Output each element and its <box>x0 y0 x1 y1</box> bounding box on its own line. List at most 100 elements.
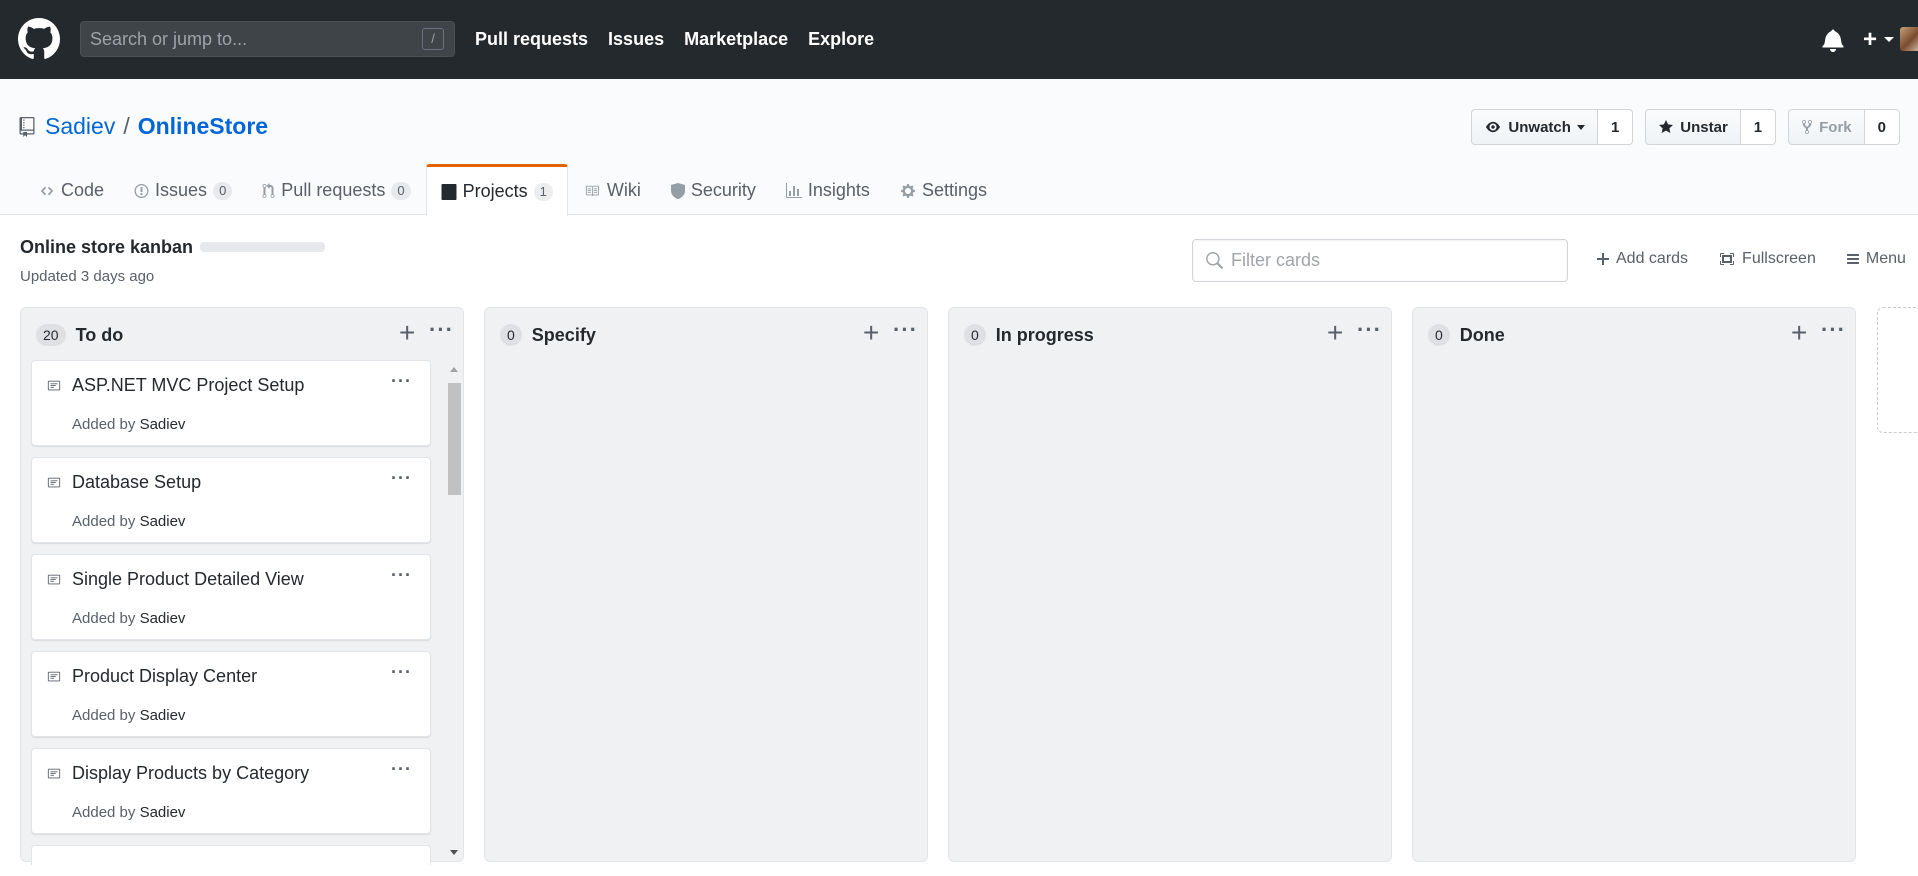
project-name[interactable]: Online store kanban <box>20 237 193 258</box>
user-avatar[interactable] <box>1900 27 1918 51</box>
card-added-by: Added by <box>72 804 136 821</box>
column-card-count: 0 <box>1428 324 1450 346</box>
fork-label: Fork <box>1819 118 1852 136</box>
search-shortcut-hint: / <box>422 28 444 50</box>
filter-cards-input[interactable]: Filter cards <box>1192 239 1568 282</box>
tab-insights[interactable]: Insights <box>771 164 885 216</box>
card-meta: Added by Sadiev <box>72 610 185 627</box>
card-more-kebab-icon[interactable]: ··· <box>391 565 412 586</box>
card-author-link[interactable]: Sadiev <box>140 804 186 821</box>
column-header: 0 In progress <box>964 324 1094 346</box>
card-title: Display Products by Category <box>72 763 310 783</box>
scroll-up-arrow-icon[interactable] <box>450 367 458 372</box>
column-more-kebab-icon[interactable]: ··· <box>1821 319 1846 341</box>
column-scrollbar[interactable] <box>446 363 461 855</box>
add-cards-button[interactable]: Add cards <box>1596 250 1688 268</box>
search-input[interactable]: Search or jump to... / <box>80 21 455 57</box>
column-add-card-plus-icon[interactable]: + <box>1791 319 1807 347</box>
filter-placeholder: Filter cards <box>1231 250 1321 270</box>
forks-count[interactable]: 0 <box>1864 109 1900 145</box>
scrollbar-thumb[interactable] <box>448 383 461 495</box>
column-name[interactable]: Done <box>1460 325 1505 346</box>
tab-security[interactable]: Security <box>656 164 771 216</box>
card-more-kebab-icon[interactable]: ··· <box>391 468 412 489</box>
repo-name-link[interactable]: OnlineStore <box>138 113 268 140</box>
menu-button[interactable]: Menu <box>1846 250 1906 268</box>
column-add-card-plus-icon[interactable]: + <box>863 319 879 347</box>
card-partial[interactable] <box>31 845 431 865</box>
create-new-caret-icon[interactable] <box>1884 37 1894 42</box>
column-more-kebab-icon[interactable]: ··· <box>893 319 918 341</box>
card-added-by: Added by <box>72 513 136 530</box>
card-author-link[interactable]: Sadiev <box>140 416 186 433</box>
project-actions: Add cards Fullscreen Menu <box>1596 250 1906 268</box>
stars-count[interactable]: 1 <box>1740 109 1777 145</box>
card[interactable]: Display Products by Category Added by Sa… <box>31 748 431 834</box>
tab-wiki[interactable]: Wiki <box>568 164 656 216</box>
card[interactable]: Database Setup Added by Sadiev ··· <box>31 457 431 543</box>
nav-explore[interactable]: Explore <box>808 29 874 50</box>
card-meta: Added by Sadiev <box>72 416 185 433</box>
column-add-card-plus-icon[interactable]: + <box>1327 319 1343 347</box>
notifications-bell-icon[interactable] <box>1822 28 1844 52</box>
tab-pull-requests[interactable]: Pull requests 0 <box>247 164 425 216</box>
column-name[interactable]: Specify <box>532 325 596 346</box>
column-card-count: 0 <box>500 324 522 346</box>
unwatch-button[interactable]: Unwatch <box>1471 109 1598 145</box>
column-specify: 0 Specify + ··· <box>484 307 928 862</box>
note-icon <box>47 477 61 488</box>
tab-settings[interactable]: Settings <box>885 164 1002 216</box>
tab-issues-count: 0 <box>213 181 233 200</box>
card-author-link[interactable]: Sadiev <box>140 707 186 724</box>
card-more-kebab-icon[interactable]: ··· <box>391 662 412 683</box>
repo-title-separator: / <box>123 113 130 139</box>
card[interactable]: Product Display Center Added by Sadiev ·… <box>31 651 431 737</box>
card[interactable]: ASP.NET MVC Project Setup Added by Sadie… <box>31 360 431 446</box>
plus-icon <box>1597 253 1609 265</box>
fork-button[interactable]: Fork <box>1788 109 1865 145</box>
card-author-link[interactable]: Sadiev <box>140 513 186 530</box>
card[interactable]: Single Product Detailed View Added by Sa… <box>31 554 431 640</box>
watchers-count[interactable]: 1 <box>1597 109 1634 145</box>
fork-icon <box>1802 119 1813 134</box>
add-column-placeholder[interactable] <box>1877 307 1918 433</box>
header-user-area: + <box>1758 0 1918 79</box>
card-more-kebab-icon[interactable]: ··· <box>391 759 412 780</box>
gear-icon <box>900 183 916 199</box>
github-logo-icon[interactable] <box>18 18 60 60</box>
star-icon <box>1659 120 1674 133</box>
global-nav: Pull requests Issues Marketplace Explore <box>475 0 894 79</box>
tab-projects-label: Projects <box>462 181 528 201</box>
column-name[interactable]: In progress <box>996 325 1094 346</box>
scroll-down-arrow-icon[interactable] <box>450 850 458 855</box>
tab-projects[interactable]: Projects 1 <box>425 164 568 216</box>
column-more-kebab-icon[interactable]: ··· <box>429 319 454 341</box>
code-icon <box>39 184 55 198</box>
card-author-link[interactable]: Sadiev <box>140 610 186 627</box>
nav-marketplace[interactable]: Marketplace <box>684 29 788 50</box>
hamburger-icon <box>1846 254 1859 264</box>
repo-owner-link[interactable]: Sadiev <box>45 113 115 140</box>
unstar-button[interactable]: Unstar <box>1645 109 1741 145</box>
tab-settings-label: Settings <box>921 180 987 200</box>
card-meta: Added by Sadiev <box>72 707 185 724</box>
fullscreen-button[interactable]: Fullscreen <box>1718 250 1816 268</box>
nav-pull-requests[interactable]: Pull requests <box>475 29 588 50</box>
project-icon <box>441 183 457 200</box>
book-icon <box>583 184 601 198</box>
fullscreen-label: Fullscreen <box>1742 250 1816 267</box>
nav-issues[interactable]: Issues <box>608 29 664 50</box>
card-meta: Added by Sadiev <box>72 804 185 821</box>
tab-wiki-label: Wiki <box>606 180 641 200</box>
tab-issues[interactable]: Issues 0 <box>119 164 247 216</box>
tab-code[interactable]: Code <box>24 164 119 216</box>
column-add-card-plus-icon[interactable]: + <box>399 319 415 347</box>
card-more-kebab-icon[interactable]: ··· <box>391 371 412 392</box>
card-added-by: Added by <box>72 707 136 724</box>
column-more-kebab-icon[interactable]: ··· <box>1357 319 1382 341</box>
column-name[interactable]: To do <box>76 325 124 346</box>
tab-security-label: Security <box>690 180 756 200</box>
create-new-plus-icon[interactable]: + <box>1863 28 1877 52</box>
unwatch-label: Unwatch <box>1508 118 1571 136</box>
column-in-progress: 0 In progress + ··· <box>948 307 1392 862</box>
